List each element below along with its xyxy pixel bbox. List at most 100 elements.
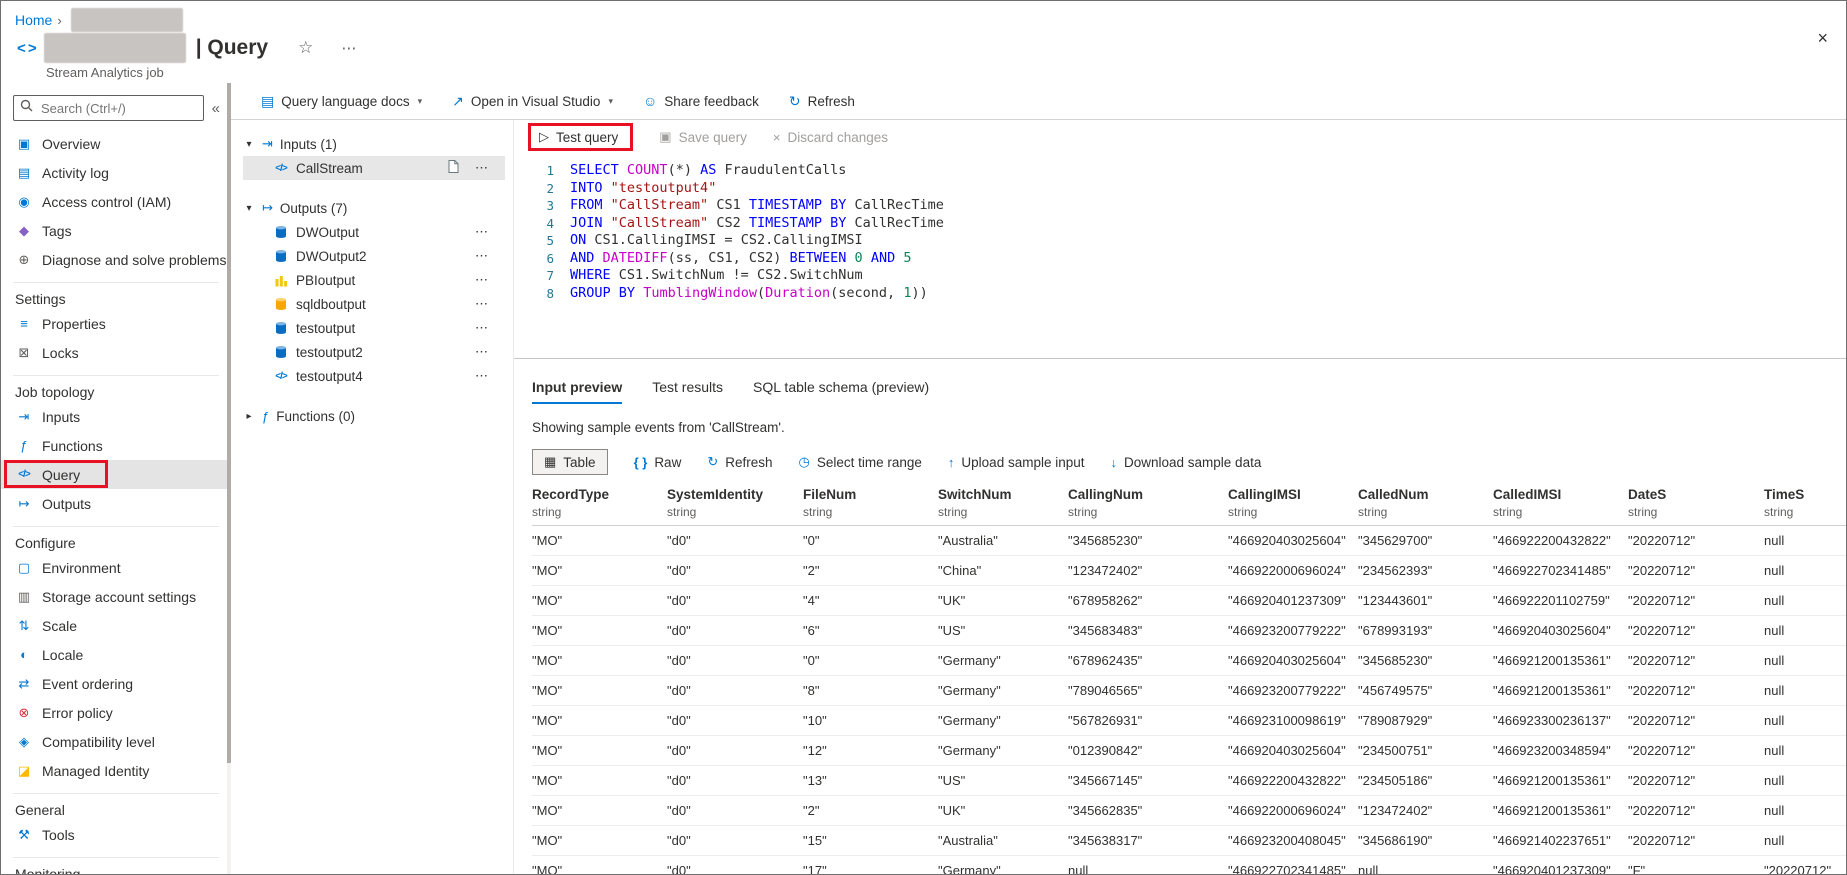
more-menu-icon[interactable]: ⋯: [469, 159, 495, 177]
search-box[interactable]: [13, 95, 204, 121]
download-sample-data-button[interactable]: ↓Download sample data: [1111, 455, 1262, 470]
sidebar-item-functions[interactable]: ƒFunctions: [1, 431, 231, 460]
table-cell: "20220712": [1628, 713, 1764, 728]
tree-item-actions: ⋯: [469, 343, 505, 361]
column-type: string: [1358, 505, 1493, 519]
open-in-visual-studio-button[interactable]: ↗Open in Visual Studio▾: [452, 93, 613, 110]
sidebar-item-managed-identity[interactable]: ◪Managed Identity: [1, 756, 231, 785]
table-cell: "466922702341485": [1228, 863, 1358, 874]
tab-test-results[interactable]: Test results: [652, 379, 723, 404]
table-button[interactable]: ▦Table: [532, 449, 608, 475]
tree-item-actions: ⋯: [448, 159, 505, 177]
breadcrumb-home-link[interactable]: Home: [15, 12, 52, 28]
share-feedback-button[interactable]: ☺Share feedback: [643, 93, 759, 109]
sidebar-item-label: Tags: [42, 223, 72, 239]
table-cell: "466921200135361": [1493, 653, 1628, 668]
tree-item-testoutput2[interactable]: testoutput2⋯: [243, 340, 505, 364]
table-cell: "Australia": [938, 833, 1068, 848]
sidebar-scrollbar[interactable]: [227, 83, 231, 874]
more-menu-icon[interactable]: ⋯: [469, 343, 495, 361]
favorite-star-icon[interactable]: ☆: [292, 37, 319, 59]
table-cell: "17": [803, 863, 938, 874]
sidebar-item-tags[interactable]: ◆Tags: [1, 216, 231, 245]
tab-sql-table-schema-preview[interactable]: SQL table schema (preview): [753, 379, 929, 404]
select-time-range-button[interactable]: ◷Select time range: [799, 454, 922, 470]
tree-item-dwoutput[interactable]: DWOutput⋯: [243, 220, 505, 244]
tree-item-testoutput[interactable]: testoutput ⋯: [243, 316, 505, 340]
sidebar-item-event-ordering[interactable]: ⇄Event ordering: [1, 669, 231, 698]
search-input[interactable]: [39, 100, 197, 117]
discard-changes-button[interactable]: ×Discard changes: [773, 130, 888, 145]
column-type: string: [1764, 505, 1846, 519]
title-row: < > | Query ☆ ⋯: [17, 33, 363, 63]
close-icon[interactable]: ×: [1811, 27, 1834, 50]
more-menu-icon[interactable]: ⋯: [335, 38, 363, 58]
tree-item-dwoutput2[interactable]: DWOutput2⋯: [243, 244, 505, 268]
refresh-button[interactable]: ↻Refresh: [789, 93, 855, 110]
tree-item-actions: ⋯: [469, 295, 505, 313]
table-cell: "d0": [667, 773, 803, 788]
table-cell: "Australia": [938, 533, 1068, 548]
line-number: 4: [514, 215, 570, 233]
table-cell: "MO": [532, 563, 667, 578]
sidebar-item-tools[interactable]: ⚒Tools: [1, 820, 231, 849]
table-cell: "466923200408045": [1228, 833, 1358, 848]
sidebar-item-locks[interactable]: ⊠Locks: [1, 338, 231, 367]
sidebar-item-scale[interactable]: ⇅Scale: [1, 611, 231, 640]
tree-item-label: testoutput: [296, 321, 355, 336]
sidebar-item-overview[interactable]: ▣Overview: [1, 129, 231, 158]
table-cell: "10": [803, 713, 938, 728]
column-name: FileNum: [803, 487, 938, 502]
upload-sample-input-button[interactable]: ↑Upload sample input: [948, 455, 1085, 470]
toolbar-button-label: Open in Visual Studio: [471, 94, 601, 109]
inputs-icon: ⇥: [15, 409, 33, 425]
scrollbar-thumb[interactable]: [227, 83, 231, 763]
column-name: SystemIdentity: [667, 487, 803, 502]
more-menu-icon[interactable]: ⋯: [469, 319, 495, 337]
collapse-sidebar-icon[interactable]: «: [209, 100, 223, 117]
sidebar-item-diagnose-and-solve-problems[interactable]: ⊕Diagnose and solve problems: [1, 245, 231, 274]
tree-group-header-functions-0[interactable]: ▸ƒFunctions (0): [243, 404, 513, 428]
sidebar-item-environment[interactable]: ▢Environment: [1, 553, 231, 582]
sidebar-item-error-policy[interactable]: ⊗Error policy: [1, 698, 231, 727]
test-query-button[interactable]: ▷Test query: [539, 129, 618, 145]
functions-group-icon: ƒ: [262, 409, 269, 424]
toolbar-button-label: Share feedback: [664, 94, 759, 109]
more-menu-icon[interactable]: ⋯: [469, 223, 495, 241]
sidebar-item-activity-log[interactable]: ▤Activity log: [1, 158, 231, 187]
play-icon: ▷: [539, 129, 549, 145]
stream-analytics-resource-icon: < >: [17, 40, 36, 57]
tree-group-header-inputs-1[interactable]: ▾⇥Inputs (1): [243, 132, 513, 156]
raw-button[interactable]: { }Raw: [634, 455, 682, 470]
breadcrumb-separator-icon: ›: [57, 13, 61, 28]
tree-item-callstream[interactable]: </>CallStream⋯: [243, 156, 505, 180]
table-header-row: RecordTypestringSystemIdentitystringFile…: [532, 487, 1846, 526]
sidebar-item-query[interactable]: </>Query: [1, 460, 231, 489]
inputs-group-icon: ⇥: [262, 136, 273, 152]
sidebar-item-outputs[interactable]: ↦Outputs: [1, 489, 231, 518]
more-menu-icon[interactable]: ⋯: [469, 271, 495, 289]
more-menu-icon[interactable]: ⋯: [469, 247, 495, 265]
table-cell: "0": [803, 533, 938, 548]
save-query-button[interactable]: ▣Save query: [659, 129, 747, 145]
more-menu-icon[interactable]: ⋯: [469, 295, 495, 313]
tree-item-sqldboutput[interactable]: sqldboutput⋯: [243, 292, 505, 316]
sidebar-item-access-control-iam[interactable]: ◉Access control (IAM): [1, 187, 231, 216]
tree-group-header-outputs-7[interactable]: ▾↦Outputs (7): [243, 196, 513, 220]
query-language-docs-button[interactable]: ▤Query language docs▾: [261, 93, 422, 110]
sidebar-item-label: Storage account settings: [42, 589, 196, 605]
db-blue-icon: [274, 225, 288, 239]
sidebar-item-storage-account-settings[interactable]: ▥Storage account settings: [1, 582, 231, 611]
query-editor[interactable]: 1SELECT COUNT(*) AS FraudulentCalls2INTO…: [514, 154, 1846, 359]
more-menu-icon[interactable]: ⋯: [469, 367, 495, 385]
save-icon: ▣: [659, 129, 671, 145]
sidebar-item-properties[interactable]: ≡Properties: [1, 309, 231, 338]
tree-item-testoutput4[interactable]: </>testoutput4⋯: [243, 364, 505, 388]
tab-input-preview[interactable]: Input preview: [532, 379, 622, 404]
sidebar-item-locale[interactable]: ◐Locale: [1, 640, 231, 669]
tree-item-pbioutput[interactable]: PBIoutput⋯: [243, 268, 505, 292]
refresh-button[interactable]: ↻Refresh: [707, 454, 772, 470]
column-header-times: TimeSstring: [1764, 487, 1846, 519]
sidebar-item-compatibility-level[interactable]: ◈Compatibility level: [1, 727, 231, 756]
sidebar-item-inputs[interactable]: ⇥Inputs: [1, 402, 231, 431]
